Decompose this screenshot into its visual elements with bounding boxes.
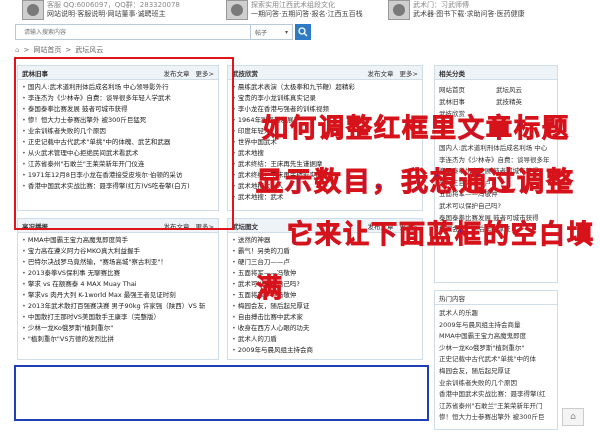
avatar [226,0,248,20]
list-item[interactable]: 正史记载中古代武术"单挑"中的体 [439,354,553,366]
category-link[interactable]: 武坛风云 [496,84,553,96]
breadcrumb-current[interactable]: 武坛风云 [75,45,103,55]
list-item[interactable]: 少林一龙Ko俄罗斯"植刺重尔" [22,323,214,334]
annotation-line-4: 满 [255,274,285,305]
list-item[interactable]: 擎求 vs 在额赛泰 4 MAX Muay Thai [22,279,214,290]
top-item-line1: 武术门：习武师傅 [413,1,469,9]
hot-list: 武术人的乐趣 2009年与晨风组主持会商量 MMA中国霸王宝力高魔鬼即度 少林一… [435,305,557,424]
top-item-line2[interactable]: 网站说明·客服说明·网站董事·诚聘班主 [47,10,180,19]
search-bar: 帖子 ▾ [15,24,311,40]
avatar [388,0,410,20]
list-item[interactable]: 惨！恒大力士参赛出擎外 被300斤巨 [439,412,553,424]
list-item[interactable]: 梅园会友，随后起兄厚证 [439,366,553,378]
annotation-line-1: 如何调整红框里文章标题 [261,114,571,145]
category-link[interactable]: 武技精英 [496,96,553,108]
category-link[interactable]: 网站首页 [439,84,496,96]
list-item[interactable]: 2009年与晨风组主持会商 [232,345,418,356]
list-item[interactable]: 宝力高在遵义阿力谷MKO真大利益握手 [22,246,214,257]
article-list: MMA中国霸王宝力高魔鬼即度简手 宝力高在遵义阿力谷MKO真大利益握手 巴特尔决… [18,233,218,345]
list-item[interactable]: MMA中国霸王宝力高魔鬼即度 [439,331,553,343]
list-item[interactable]: 自由搏击比赛中武术家 [232,312,418,323]
list-item[interactable]: 武术人的刀盾 [232,334,418,345]
top-item-culture[interactable]: 探索实用江西武术组段文化 一期问答·五期问答·报名·江西五百栈 [226,0,363,20]
top-item-line2[interactable]: 一期问答·五期问答·报名·江西五百栈 [251,10,363,19]
chevron-down-icon: ▾ [284,28,288,36]
top-item-line1: 探索实用江西武术组段文化 [251,1,335,9]
search-icon [298,27,308,37]
panel-hot: 热门内容 武术人的乐趣 2009年与晨风组主持会商量 MMA中国霸王宝力高魔鬼即… [434,290,558,430]
post-article-link[interactable]: 发布文章 [368,68,394,78]
list-item[interactable]: 江苏省泰州"石敢兰"王莱荣新年开门 [439,401,553,413]
panel-title: 相关分类 [439,69,465,78]
breadcrumb-sep: > [23,46,30,54]
list-item[interactable]: 宝贵的李小龙训练真实记录 [232,93,418,104]
breadcrumb-home[interactable]: 网站首页 [33,45,61,55]
list-item[interactable]: 武术可以保护自己吗? [439,201,553,213]
panel-title: 武技欣赏 [232,69,258,78]
search-type-value: 帖子 [255,29,268,37]
search-button[interactable] [295,24,311,40]
home-icon[interactable]: ⌂ [15,46,19,54]
list-item[interactable]: 业余训练者失败的几个原因 [439,378,553,390]
list-item[interactable]: "植刺重尔"VS方德的发烈比拼 [22,334,214,345]
avatar [22,0,44,20]
breadcrumb-sep: > [65,46,72,54]
top-item-line1: 客服 QQ:6006097，QQ群：283320078 [47,1,180,9]
annotation-line-2: 显示数目，我想通过调整 [256,167,575,199]
list-item[interactable]: 擎求vs 肉丹大列 K-1world Max 最强王者见证时刻 [22,290,214,301]
search-input[interactable] [15,24,251,40]
list-item[interactable]: MMA中国霸王宝力高魔鬼即度简手 [22,235,214,246]
list-item[interactable]: 少林一龙Ko俄罗斯"植刺重尔" [439,343,553,355]
category-link[interactable]: 武林旧事 [439,96,496,108]
top-item-line2[interactable]: 武术器·图书下载·求助问答·医药健康 [413,10,525,19]
annotation-line-3: 它来让下面蓝框的空白填 [286,220,596,251]
list-item[interactable]: 晨练武术表演（太极拳和九节鞭）超精彩 [232,82,418,93]
top-item-martial[interactable]: 武术门：习武师傅 武术器·图书下载·求助问答·医药健康 [388,0,525,20]
more-link[interactable]: 更多> [400,68,418,78]
list-item[interactable]: 香港中国武术实战比赛：聂李得擎(红 [439,389,553,401]
list-item[interactable]: 2013泰拳VS保利事 无聊赛比赛 [22,268,214,279]
panel-title: 热门内容 [439,294,465,303]
list-item[interactable]: 2013年武术散打百强赛决赛 男子90kg 许家强（陕西）VS 斩 [22,301,214,312]
list-item[interactable]: 武术人的乐趣 [439,308,553,320]
blue-highlight-box [14,365,429,421]
scroll-top-button[interactable]: ⌂ [562,408,584,426]
top-header: 客服 QQ:6006097，QQ群：283320078 网站说明·客服说明·网站… [0,0,600,20]
list-item[interactable]: 2009年与晨风组主持会商量 [439,320,553,332]
panel-gaokuang: 高况播报 发布文章 更多> MMA中国霸王宝力高魔鬼即度简手 宝力高在遵义阿力谷… [17,218,219,360]
list-item[interactable]: 武术地搜 [232,148,418,159]
breadcrumb: ⌂ > 网站首页 > 武坛风云 [15,45,103,55]
list-item[interactable]: 中国散打王那时VS美国散手王康李（完整版） [22,312,214,323]
arrow-up-icon: ⌂ [570,412,576,422]
list-item[interactable]: 巴特尔决战罗马竟然输，"赛场高城"察古利亚"！ [22,257,214,268]
list-item[interactable]: 硬门三台刀——卢 [232,257,418,268]
top-item-service[interactable]: 客服 QQ:6006097，QQ群：283320078 网站说明·客服说明·网站… [22,0,180,20]
list-item[interactable]: 收身在西方人心眼的功夫 [232,323,418,334]
red-highlight-box [14,57,234,230]
search-type-select[interactable]: 帖子 ▾ [251,24,293,40]
